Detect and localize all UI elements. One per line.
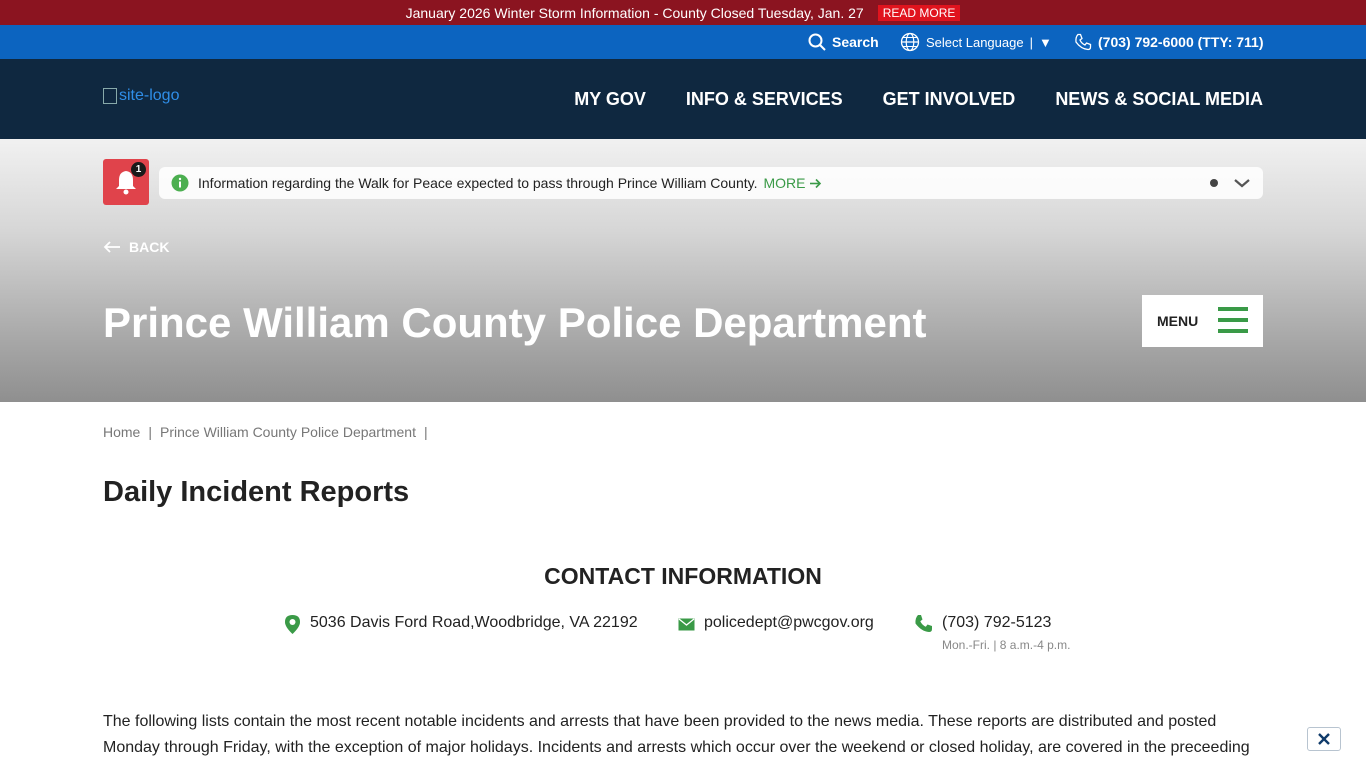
contact-address: 5036 Davis Ford Road,Woodbridge, VA 2219…: [284, 614, 638, 635]
contact-email[interactable]: policedept@pwcgov.org: [678, 614, 874, 632]
map-pin-icon: [285, 615, 300, 634]
chevron-down-icon: ▼: [1038, 34, 1052, 50]
menu-label: MENU: [1157, 313, 1199, 329]
page-title: Daily Incident Reports: [103, 476, 410, 508]
breadcrumb: Home | Prince William County Police Depa…: [103, 424, 428, 440]
notice-banner: Information regarding the Walk for Peace…: [159, 167, 1263, 199]
arrow-left-icon: [103, 241, 120, 253]
globe-icon: [900, 32, 920, 52]
office-hours: Mon.-Fri. | 8 a.m.-4 p.m.: [942, 638, 1071, 652]
language-label: Select Language: [926, 34, 1024, 50]
site-logo[interactable]: site-logo: [103, 87, 179, 105]
read-more-button[interactable]: READ MORE: [877, 4, 961, 21]
search-label: Search: [832, 34, 879, 50]
intro-paragraph: The following lists contain the most rec…: [103, 713, 1250, 756]
hamburger-icon: [1218, 307, 1248, 333]
back-link[interactable]: BACK: [103, 239, 169, 255]
info-icon: [171, 174, 189, 192]
nav-info-services[interactable]: INFO & SERVICES: [686, 89, 843, 110]
contact-phone[interactable]: (703) 792-5123 Mon.-Fri. | 8 a.m.-4 p.m.: [914, 614, 1070, 652]
breadcrumb-separator: |: [423, 424, 428, 440]
back-label: BACK: [129, 239, 170, 255]
hero-title: Prince William County Police Department: [103, 299, 927, 346]
breadcrumb-police-department[interactable]: Prince William County Police Department: [160, 424, 416, 440]
notice-more-label: MORE: [763, 175, 806, 191]
phone-icon: [915, 615, 932, 632]
breadcrumb-home[interactable]: Home: [103, 424, 140, 440]
broken-image-icon: [103, 88, 117, 104]
alert-message: January 2026 Winter Storm Information - …: [405, 4, 864, 21]
email-icon: [678, 618, 695, 631]
logo-alt-text: site-logo: [119, 87, 180, 104]
search-button[interactable]: Search: [808, 25, 879, 59]
close-icon: [1318, 733, 1330, 745]
notice-more-link[interactable]: MORE: [764, 175, 822, 191]
language-divider: |: [1029, 34, 1033, 50]
utility-bar: Search Select Language | ▼ (703) 792-600…: [0, 25, 1366, 59]
nav-get-involved[interactable]: GET INVOLVED: [883, 89, 1016, 110]
hero-banner: 1 Information regarding the Walk for Pea…: [0, 139, 1366, 402]
search-icon: [808, 33, 826, 51]
carousel-dot[interactable]: [1210, 179, 1218, 187]
site-header: site-logo MY GOV INFO & SERVICES GET INV…: [0, 59, 1366, 139]
phone-link[interactable]: (703) 792-6000 (TTY: 711): [1074, 25, 1264, 59]
email-text: policedept@pwcgov.org: [704, 614, 874, 631]
main-nav: MY GOV INFO & SERVICES GET INVOLVED NEWS…: [574, 59, 1263, 139]
nav-my-gov[interactable]: MY GOV: [574, 89, 646, 110]
nav-news-social-media[interactable]: NEWS & SOCIAL MEDIA: [1055, 89, 1263, 110]
language-select[interactable]: Select Language | ▼: [900, 25, 1052, 59]
close-button[interactable]: [1307, 727, 1341, 751]
menu-button[interactable]: MENU: [1142, 295, 1263, 347]
notification-count-badge: 1: [131, 162, 146, 177]
arrow-right-icon: [809, 178, 821, 188]
address-text: 5036 Davis Ford Road,Woodbridge, VA 2219…: [310, 614, 638, 631]
phone-number: (703) 792-6000 (TTY: 711): [1098, 34, 1264, 50]
contact-heading: CONTACT INFORMATION: [544, 563, 822, 589]
phone-text: (703) 792-5123: [942, 614, 1052, 631]
alert-bar: January 2026 Winter Storm Information - …: [0, 0, 1366, 25]
chevron-down-icon[interactable]: [1233, 175, 1251, 191]
breadcrumb-separator: |: [148, 424, 152, 440]
phone-icon: [1075, 33, 1092, 51]
notice-text: Information regarding the Walk for Peace…: [198, 175, 758, 191]
notifications-button[interactable]: 1: [103, 159, 149, 205]
